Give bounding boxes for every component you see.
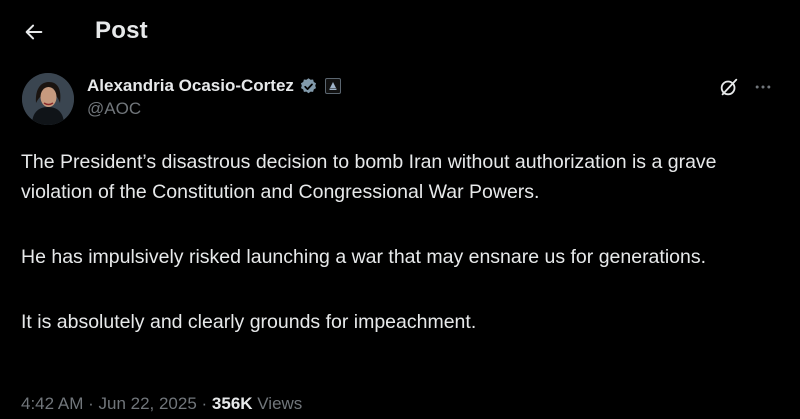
meta-separator: ·: [196, 394, 212, 413]
verified-badge-icon: [300, 77, 316, 93]
more-options-icon: [755, 85, 771, 89]
page-title: Post: [95, 17, 148, 44]
avatar-image: [22, 73, 74, 125]
author-handle[interactable]: @AOC: [87, 99, 141, 119]
tweet-paragraph: He has impulsively risked launching a wa…: [21, 246, 707, 268]
tweet-text: The President’s disastrous decision to b…: [21, 147, 781, 372]
tweet-paragraph: It is absolutely and clearly grounds for…: [21, 311, 477, 333]
post-time[interactable]: 4:42 AM: [21, 394, 83, 413]
meta-separator: ·: [83, 394, 99, 413]
views-count: 356K: [211, 394, 253, 413]
avatar[interactable]: [22, 73, 74, 125]
arrow-left-icon: [25, 24, 43, 40]
grok-icon: [720, 78, 738, 96]
post-header: Post: [0, 0, 800, 64]
back-button[interactable]: [18, 16, 50, 48]
author-name[interactable]: Alexandria Ocasio-Cortez: [87, 76, 294, 96]
more-options-button[interactable]: [750, 74, 776, 100]
post-metadata: 4:42 AM · Jun 22, 2025 · 356K Views: [21, 394, 302, 414]
views-label: Views: [252, 394, 303, 413]
tweet-paragraph: The President’s disastrous decision to b…: [21, 151, 717, 203]
government-affiliate-icon[interactable]: [324, 78, 341, 94]
author-line: Alexandria Ocasio-Cortez: [87, 74, 341, 98]
grok-button[interactable]: [716, 74, 742, 100]
post-date[interactable]: Jun 22, 2025: [98, 394, 196, 413]
